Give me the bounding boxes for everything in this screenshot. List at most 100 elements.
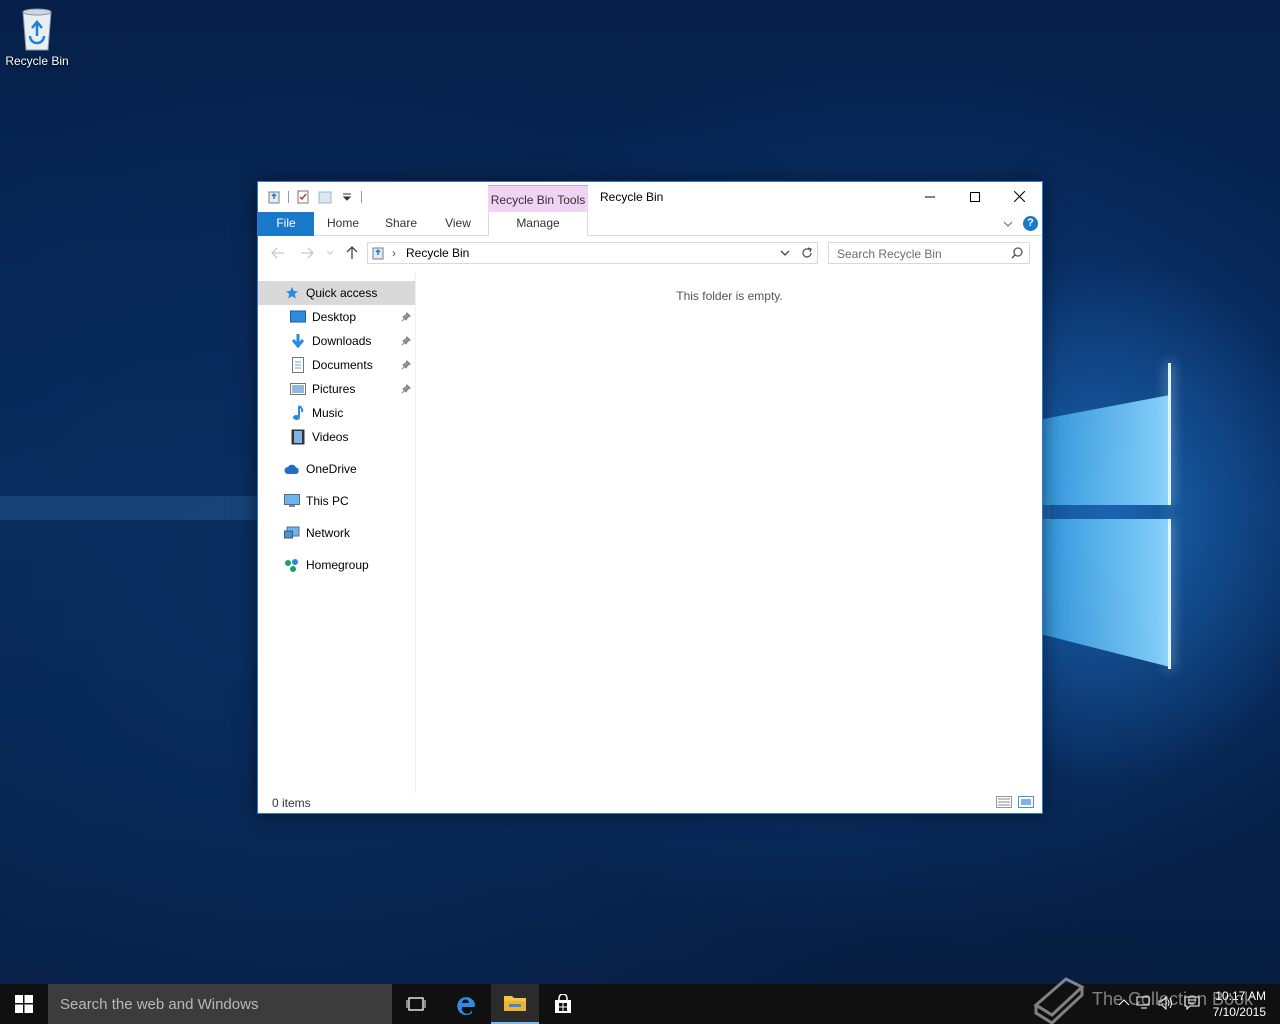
- desktop-icon-recycle-bin[interactable]: Recycle Bin: [4, 6, 70, 68]
- search-placeholder[interactable]: Search Recycle Bin: [837, 247, 942, 261]
- nav-label: Pictures: [312, 382, 356, 396]
- tab-home[interactable]: Home: [320, 212, 366, 236]
- back-button[interactable]: [270, 245, 286, 261]
- window-title: Recycle Bin: [600, 190, 664, 204]
- up-button[interactable]: [344, 245, 360, 261]
- properties-icon[interactable]: [295, 189, 311, 205]
- nav-label: Desktop: [312, 310, 357, 324]
- empty-folder-message: This folder is empty.: [676, 289, 783, 303]
- folder-icon: [504, 996, 526, 1011]
- nav-homegroup[interactable]: Homegroup: [258, 553, 415, 577]
- file-explorer-button[interactable]: [491, 984, 539, 1024]
- desktop-icon: [290, 309, 306, 325]
- details-view-icon[interactable]: [996, 796, 1012, 811]
- nav-pictures[interactable]: Pictures: [258, 377, 415, 401]
- watermark-text: The Collection Book: [1092, 989, 1254, 1009]
- nav-network[interactable]: Network: [258, 521, 415, 545]
- new-folder-icon[interactable]: [317, 189, 333, 205]
- network-icon: [284, 525, 300, 541]
- address-bar[interactable]: › Recycle Bin: [367, 242, 818, 264]
- ribbon-controls: ?: [1003, 216, 1038, 231]
- music-note-icon: [290, 405, 306, 421]
- film-icon: [290, 429, 306, 445]
- forward-button[interactable]: [299, 245, 315, 261]
- contextual-tab-group: Recycle Bin Tools: [488, 185, 588, 213]
- address-row: › Recycle Bin Search Recycle Bin: [258, 236, 1042, 272]
- view-toggles: [996, 796, 1034, 811]
- status-bar: 0 items: [258, 793, 1042, 813]
- nav-label: Music: [312, 406, 344, 420]
- nav-label: OneDrive: [306, 462, 357, 476]
- quick-access-toolbar: [266, 189, 362, 205]
- breadcrumb-separator[interactable]: ›: [392, 246, 396, 260]
- nav-label: Videos: [312, 430, 349, 444]
- homegroup-icon: [284, 557, 300, 573]
- nav-label: Network: [306, 526, 351, 540]
- help-icon[interactable]: ?: [1023, 216, 1038, 231]
- star-icon: [284, 285, 300, 301]
- nav-label: This PC: [306, 494, 349, 508]
- large-icons-view-icon[interactable]: [1018, 796, 1034, 811]
- nav-downloads[interactable]: Downloads: [258, 329, 415, 353]
- nav-quick-access[interactable]: Quick access: [258, 281, 415, 305]
- windows-logo-graphic: [1042, 355, 1182, 675]
- pin-icon[interactable]: [401, 311, 411, 325]
- recent-locations-chevron-icon[interactable]: [322, 245, 338, 261]
- recycle-bin-icon: [17, 6, 57, 52]
- tab-manage[interactable]: Manage: [488, 212, 588, 237]
- computer-icon: [284, 493, 300, 509]
- recycle-bin-small-icon: [372, 246, 384, 263]
- expand-ribbon-chevron-icon[interactable]: [1003, 217, 1013, 231]
- task-view-icon: [406, 997, 426, 1011]
- pin-icon[interactable]: [401, 383, 411, 397]
- cloud-icon: [284, 461, 300, 477]
- maximize-button[interactable]: [952, 182, 997, 211]
- explorer-window[interactable]: Recycle Bin Tools Recycle Bin File Home …: [257, 181, 1043, 814]
- task-view-button[interactable]: [392, 984, 440, 1024]
- close-button[interactable]: [997, 182, 1042, 211]
- start-button[interactable]: [0, 984, 48, 1024]
- watermark: The Collection Book: [1030, 975, 1270, 1024]
- pictures-icon: [290, 381, 306, 397]
- file-list-area[interactable]: This folder is empty.: [417, 273, 1042, 793]
- nav-desktop[interactable]: Desktop: [258, 305, 415, 329]
- pin-icon[interactable]: [401, 359, 411, 373]
- search-box[interactable]: Search Recycle Bin: [828, 242, 1030, 264]
- tab-view[interactable]: View: [436, 212, 480, 236]
- contextual-tab-group-label: Recycle Bin Tools: [490, 193, 586, 207]
- edge-icon: [457, 997, 475, 1015]
- title-bar[interactable]: Recycle Bin Tools Recycle Bin: [258, 182, 1042, 213]
- nav-label: Downloads: [312, 334, 372, 348]
- nav-this-pc[interactable]: This PC: [258, 489, 415, 513]
- nav-label: Homegroup: [306, 558, 369, 572]
- window-body: Quick access Desktop Downloads Documents…: [258, 273, 1042, 793]
- nav-music[interactable]: Music: [258, 401, 415, 425]
- desktop-icon-label: Recycle Bin: [5, 54, 69, 68]
- nav-onedrive[interactable]: OneDrive: [258, 457, 415, 481]
- store-bag-icon: [555, 994, 571, 1013]
- taskbar-search-box[interactable]: Search the web and Windows: [48, 984, 392, 1024]
- taskbar-search-placeholder[interactable]: Search the web and Windows: [60, 996, 258, 1013]
- breadcrumb-recycle-bin[interactable]: Recycle Bin: [406, 246, 469, 260]
- customize-qat-icon[interactable]: [339, 189, 355, 205]
- store-button[interactable]: [539, 984, 587, 1024]
- refresh-button[interactable]: [796, 242, 818, 264]
- search-icon[interactable]: [1011, 247, 1023, 262]
- ribbon-tabs: File Home Share View Manage ?: [258, 212, 1042, 237]
- caption-buttons: [907, 182, 1042, 211]
- navigation-pane[interactable]: Quick access Desktop Downloads Documents…: [258, 273, 416, 793]
- item-count: 0 items: [272, 796, 311, 810]
- nav-label: Documents: [312, 358, 373, 372]
- windows-start-icon: [15, 995, 33, 1013]
- window-app-icon[interactable]: [266, 189, 282, 205]
- minimize-button[interactable]: [907, 182, 952, 211]
- pin-icon[interactable]: [401, 335, 411, 349]
- address-dropdown-chevron-icon[interactable]: [779, 246, 793, 260]
- nav-documents[interactable]: Documents: [258, 353, 415, 377]
- tab-share[interactable]: Share: [378, 212, 424, 236]
- download-arrow-icon: [290, 333, 306, 349]
- nav-videos[interactable]: Videos: [258, 425, 415, 449]
- edge-browser-button[interactable]: [442, 984, 490, 1024]
- tab-file[interactable]: File: [258, 212, 314, 236]
- document-icon: [290, 357, 306, 373]
